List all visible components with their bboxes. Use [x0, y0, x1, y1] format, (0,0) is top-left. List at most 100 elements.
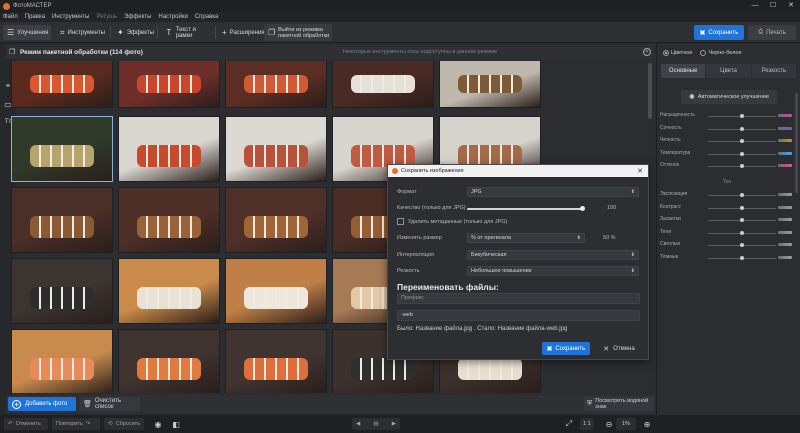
- photo-thumbnail[interactable]: [11, 116, 113, 182]
- format-value: JPG: [471, 189, 482, 195]
- suffix-input[interactable]: -web: [397, 310, 640, 321]
- prefix-input[interactable]: Префикс: [397, 293, 640, 304]
- zoom-in-icon[interactable]: ⊕: [641, 418, 653, 430]
- slider-handle[interactable]: [740, 151, 744, 156]
- slider-handle[interactable]: [740, 114, 744, 118]
- photo-thumbnail[interactable]: [11, 329, 113, 393]
- save-images-dialog: Сохранить изображения ✕ Формат JPG ⬍ Кач…: [387, 164, 649, 360]
- photo-thumbnail[interactable]: [225, 116, 327, 182]
- rename-files-heading: Переименовать файлы:: [397, 282, 499, 292]
- slider-handle[interactable]: [740, 164, 744, 169]
- compare-icon[interactable]: ◧: [170, 418, 182, 430]
- sushi-image: [137, 75, 201, 93]
- eye-icon[interactable]: ◉: [152, 418, 164, 430]
- photo-thumbnail[interactable]: [225, 61, 327, 108]
- slider-label: Четкость: [660, 137, 681, 144]
- photo-thumbnail[interactable]: [439, 61, 541, 108]
- bw-mode-radio[interactable]: [700, 50, 707, 56]
- slider-handle[interactable]: [740, 205, 744, 210]
- photo-thumbnail[interactable]: [118, 187, 220, 253]
- close-window-button[interactable]: ✕: [782, 0, 800, 12]
- maximize-button[interactable]: ☐: [764, 0, 782, 12]
- ratio-1-1-button[interactable]: 1:1: [580, 418, 594, 430]
- format-select[interactable]: JPG ⬍: [467, 187, 639, 197]
- auto-improve-button[interactable]: ✺ Автоматическое улучшение: [681, 90, 777, 104]
- dialog-save-button[interactable]: ▣ Сохранить: [542, 342, 590, 355]
- slider-handle[interactable]: [740, 218, 744, 223]
- slider-handle[interactable]: [740, 256, 744, 260]
- menu-item-0[interactable]: Файл: [3, 14, 18, 20]
- next-arrow-icon[interactable]: ▶: [392, 421, 396, 427]
- add-photo-button[interactable]: + Добавить фото: [8, 397, 76, 411]
- panel-scrollbar[interactable]: [795, 93, 798, 193]
- save-button[interactable]: ▣ Сохранить: [694, 25, 744, 40]
- tab-effects[interactable]: ✦ Эффекты: [113, 25, 155, 40]
- tab-improvements[interactable]: ☰ Улучшения: [3, 25, 51, 40]
- slider-handle[interactable]: [740, 230, 744, 235]
- photo-thumbnail[interactable]: [225, 258, 327, 324]
- quality-slider[interactable]: [467, 208, 583, 210]
- dialog-close-icon[interactable]: ✕: [637, 167, 643, 175]
- close-icon[interactable]: ✕: [643, 48, 651, 56]
- gallery-title: Режим пакетной обработки (114 фото): [20, 48, 143, 56]
- floppy-icon: ▣: [546, 346, 553, 352]
- slider-row: Температура: [660, 150, 798, 158]
- trash-icon: 🗑: [83, 401, 92, 408]
- resize-label: Изменить размер: [397, 235, 442, 241]
- adjust-tab-0[interactable]: Основные: [661, 64, 706, 78]
- tab-extensions[interactable]: + Расширения: [218, 25, 265, 40]
- sushi-image: [244, 287, 308, 309]
- slider-handle[interactable]: [740, 243, 744, 248]
- tab-text-frames[interactable]: T Текст и рамки: [161, 25, 213, 40]
- print-button[interactable]: ⎙ Печать: [748, 25, 796, 40]
- interpolation-select[interactable]: Бикубическая ⬍: [467, 250, 639, 260]
- menu-item-2[interactable]: Инструменты: [52, 14, 89, 20]
- navigation-arrows[interactable]: ◀ ▤ ▶: [352, 418, 400, 430]
- photo-thumbnail[interactable]: [118, 258, 220, 324]
- dialog-cancel-button[interactable]: ✕ Отмена: [595, 342, 643, 355]
- resize-select[interactable]: % от оригинала ⬍: [467, 233, 585, 243]
- zoom-out-icon[interactable]: ⊖: [603, 418, 615, 430]
- prev-arrow-icon[interactable]: ◀: [356, 421, 360, 427]
- quality-slider-handle[interactable]: [580, 206, 585, 211]
- gallery-scroll-thumb[interactable]: [648, 63, 652, 119]
- exit-batch-mode-button[interactable]: ❐ Выйти из режима пакетной обработки: [264, 24, 332, 41]
- zoom-level[interactable]: 1%: [616, 418, 636, 430]
- view-watermark-button[interactable]: ⛨ Посмотреть водяной знак: [584, 397, 654, 411]
- menu-item-1[interactable]: Правка: [25, 14, 45, 20]
- redo-button[interactable]: Повторить ↷: [52, 418, 100, 430]
- menu-item-3[interactable]: Ретушь: [96, 14, 117, 20]
- sushi-image: [137, 287, 201, 309]
- photo-thumbnail[interactable]: [118, 329, 220, 393]
- slider-handle[interactable]: [740, 193, 744, 197]
- adjust-tab-1[interactable]: Цвета: [706, 64, 751, 78]
- clear-list-button[interactable]: 🗑 Очистить список: [80, 397, 140, 411]
- sharpness-select[interactable]: Небольшое повышение ⬍: [467, 266, 639, 276]
- photo-thumbnail[interactable]: [11, 61, 113, 108]
- slider-handle[interactable]: [740, 139, 744, 144]
- tab-tools[interactable]: ⌗ Инструменты: [56, 25, 108, 40]
- remove-metadata-checkbox[interactable]: [397, 218, 404, 225]
- photo-thumbnail[interactable]: [11, 258, 113, 324]
- photo-thumbnail[interactable]: [225, 187, 327, 253]
- resize-percent[interactable]: 50 %: [603, 235, 616, 241]
- fit-screen-icon[interactable]: ⤢: [563, 418, 575, 430]
- auto-improve-label: Автоматическое улучшение: [697, 94, 770, 100]
- photo-thumbnail[interactable]: [118, 61, 220, 108]
- photo-thumbnail[interactable]: [332, 61, 434, 108]
- chevron-updown-icon: ⬍: [630, 252, 635, 258]
- slider-handle[interactable]: [740, 126, 744, 131]
- menu-item-4[interactable]: Эффекты: [124, 14, 151, 20]
- photo-thumbnail[interactable]: [118, 116, 220, 182]
- reset-button[interactable]: ⟲ Сбросить: [104, 418, 144, 430]
- photo-thumbnail[interactable]: [225, 329, 327, 393]
- minimize-button[interactable]: —: [746, 0, 764, 12]
- view-watermark-label: Посмотреть водяной знак: [595, 398, 649, 410]
- undo-button[interactable]: ↶ Отменить: [4, 418, 48, 430]
- color-mode-radio[interactable]: [663, 50, 669, 56]
- menu-item-6[interactable]: Справка: [195, 14, 219, 20]
- menu-item-5[interactable]: Настройки: [158, 14, 187, 20]
- window-title: ФотоМАСТЕР: [13, 3, 52, 9]
- adjust-tab-2[interactable]: Резкость: [751, 64, 796, 78]
- photo-thumbnail[interactable]: [11, 187, 113, 253]
